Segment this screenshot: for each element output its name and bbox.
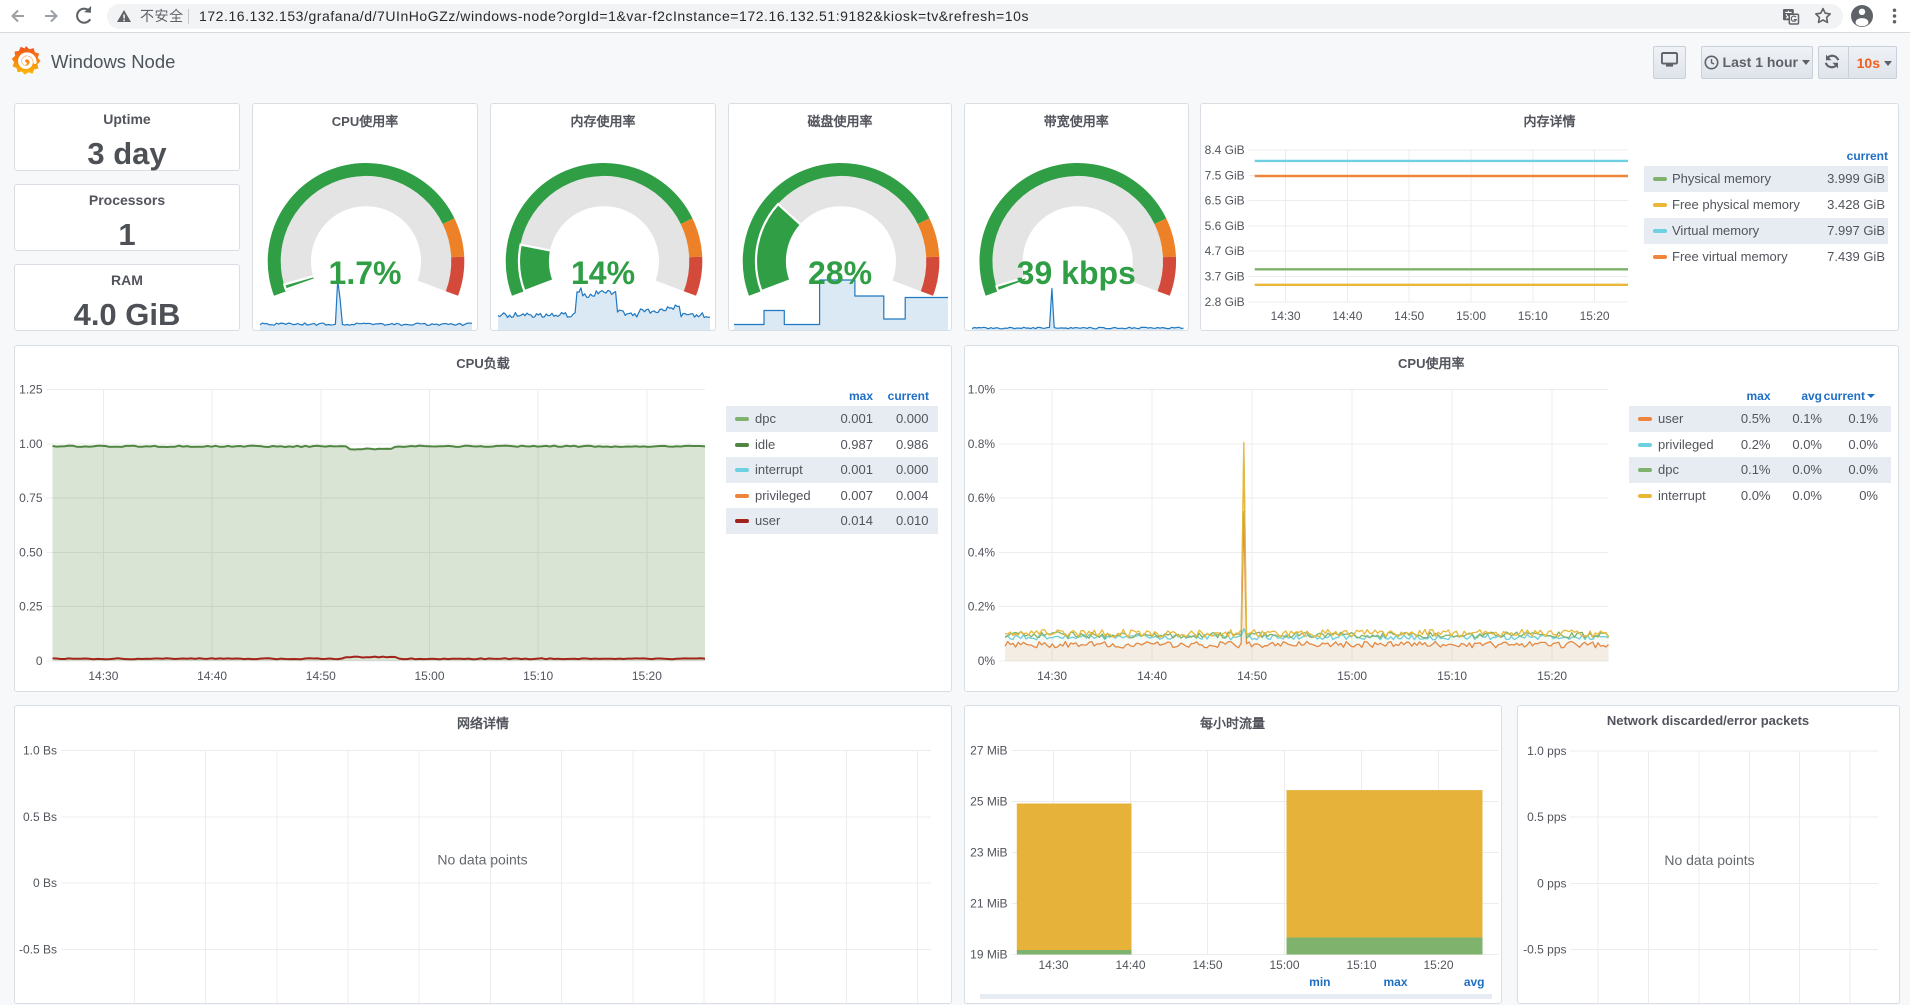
- svg-text:0.50: 0.50: [19, 545, 43, 559]
- svg-text:14:50: 14:50: [306, 669, 336, 683]
- svg-text:4.7 GiB: 4.7 GiB: [1205, 244, 1245, 258]
- svg-text:15:20: 15:20: [1537, 669, 1567, 683]
- svg-text:15:10: 15:10: [1346, 958, 1376, 972]
- svg-text:15:00: 15:00: [1456, 308, 1486, 322]
- svg-text:0.75: 0.75: [19, 491, 43, 505]
- svg-text:15:00: 15:00: [1269, 958, 1299, 972]
- svg-text:15:00: 15:00: [1337, 669, 1367, 683]
- svg-text:1.0 pps: 1.0 pps: [1527, 743, 1566, 757]
- svg-text:0.2%: 0.2%: [967, 599, 995, 613]
- svg-text:14:40: 14:40: [1115, 958, 1145, 972]
- svg-text:-0.5 Bs: -0.5 Bs: [19, 942, 57, 956]
- svg-text:0.25: 0.25: [19, 599, 43, 613]
- svg-text:14:30: 14:30: [1271, 308, 1301, 322]
- svg-text:2.8 GiB: 2.8 GiB: [1205, 294, 1245, 308]
- svg-text:1.25: 1.25: [19, 382, 43, 396]
- svg-text:7.5 GiB: 7.5 GiB: [1205, 168, 1245, 182]
- svg-text:25 MiB: 25 MiB: [970, 794, 1007, 808]
- svg-text:No data points: No data points: [437, 851, 527, 867]
- svg-text:21 MiB: 21 MiB: [970, 896, 1007, 910]
- svg-text:-0.5 pps: -0.5 pps: [1523, 942, 1566, 956]
- svg-text:15:20: 15:20: [1580, 308, 1610, 322]
- svg-text:19 MiB: 19 MiB: [970, 947, 1007, 961]
- svg-text:14:40: 14:40: [1332, 308, 1362, 322]
- svg-text:1.00: 1.00: [19, 436, 43, 450]
- svg-text:27 MiB: 27 MiB: [970, 743, 1007, 757]
- svg-text:0.5 Bs: 0.5 Bs: [23, 809, 57, 823]
- svg-text:15:10: 15:10: [523, 669, 553, 683]
- svg-text:0.5 pps: 0.5 pps: [1527, 810, 1566, 824]
- svg-text:0 pps: 0 pps: [1537, 876, 1566, 890]
- svg-text:172.16.132.153/grafana/d/7UInH: 172.16.132.153/grafana/d/7UInHoGZz/windo…: [199, 8, 1029, 24]
- svg-text:14:50: 14:50: [1237, 669, 1267, 683]
- svg-text:6.5 GiB: 6.5 GiB: [1205, 193, 1245, 207]
- svg-text:14:30: 14:30: [88, 669, 118, 683]
- svg-text:15:20: 15:20: [1423, 958, 1453, 972]
- svg-text:15:20: 15:20: [632, 669, 662, 683]
- svg-text:1.0%: 1.0%: [967, 382, 995, 396]
- svg-text:14:30: 14:30: [1037, 669, 1067, 683]
- svg-text:0 Bs: 0 Bs: [33, 876, 57, 890]
- svg-text:14:30: 14:30: [1038, 958, 1068, 972]
- svg-text:15:00: 15:00: [414, 669, 444, 683]
- svg-text:不安全: 不安全: [140, 8, 184, 24]
- svg-text:3.7 GiB: 3.7 GiB: [1205, 269, 1245, 283]
- svg-text:0: 0: [36, 654, 43, 668]
- svg-text:15:10: 15:10: [1518, 308, 1548, 322]
- svg-text:5.6 GiB: 5.6 GiB: [1205, 218, 1245, 232]
- svg-text:8.4 GiB: 8.4 GiB: [1205, 143, 1245, 157]
- svg-text:15:10: 15:10: [1437, 669, 1467, 683]
- svg-text:0.8%: 0.8%: [967, 436, 995, 450]
- svg-text:0%: 0%: [977, 654, 995, 668]
- svg-text:14:50: 14:50: [1192, 958, 1222, 972]
- svg-text:0.4%: 0.4%: [967, 545, 995, 559]
- svg-text:14:50: 14:50: [1394, 308, 1424, 322]
- svg-text:No data points: No data points: [1664, 852, 1754, 868]
- svg-text:14:40: 14:40: [197, 669, 227, 683]
- svg-text:0.6%: 0.6%: [967, 491, 995, 505]
- svg-text:23 MiB: 23 MiB: [970, 845, 1007, 859]
- svg-text:1.0 Bs: 1.0 Bs: [23, 743, 57, 757]
- svg-text:14:40: 14:40: [1137, 669, 1167, 683]
